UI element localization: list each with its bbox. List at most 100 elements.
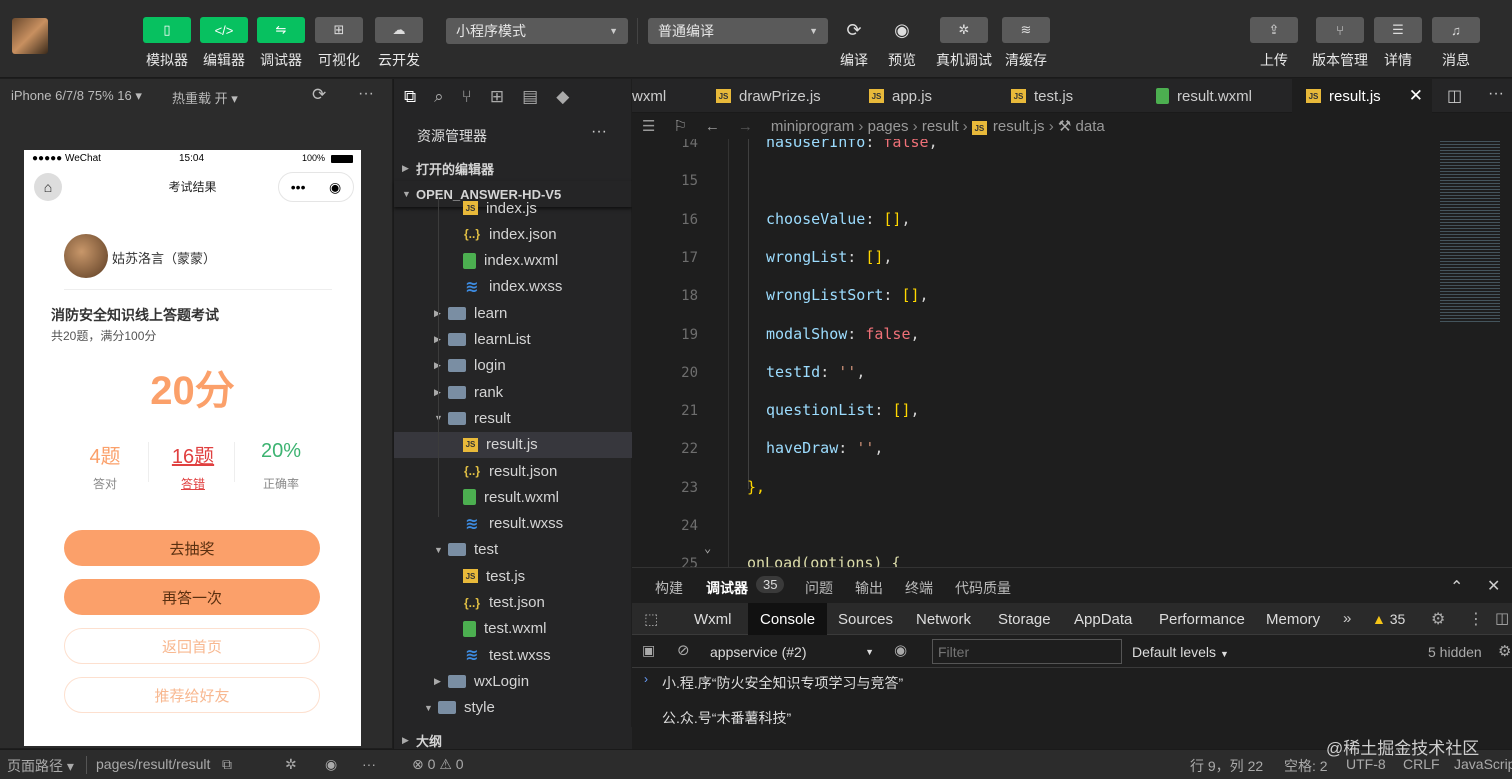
- more-icon[interactable]: ···: [591, 123, 607, 141]
- breadcrumb-item[interactable]: miniprogram: [771, 118, 854, 135]
- devtools-tab[interactable]: Console: [748, 603, 828, 635]
- close-icon[interactable]: ✕: [1487, 576, 1500, 596]
- fold-chevron-icon[interactable]: ⌄: [704, 541, 711, 555]
- code-line[interactable]: wrongList: [],: [766, 248, 892, 266]
- file-item[interactable]: {..} result.json: [394, 458, 632, 484]
- panel-tab[interactable]: 调试器: [706, 578, 748, 598]
- layout-button[interactable]: ⊞ 可视化: [314, 17, 364, 70]
- menu-button[interactable]: ☰ 详情: [1373, 17, 1423, 70]
- code-line[interactable]: onLoad(options) {: [747, 554, 901, 567]
- branch-button[interactable]: ⑂ 版本管理: [1310, 17, 1370, 70]
- files-icon[interactable]: ⧉: [404, 87, 416, 107]
- context-select[interactable]: appservice (#2) ▼: [710, 640, 874, 664]
- file-item[interactable]: ≋ index.wxss: [394, 274, 632, 300]
- indent-setting[interactable]: 空格: 2: [1284, 756, 1328, 776]
- clear-console-icon[interactable]: ⊘: [677, 641, 690, 659]
- bug-icon[interactable]: ✲: [285, 756, 297, 773]
- warning-count[interactable]: ▲ 35: [1372, 611, 1405, 627]
- panel-tab[interactable]: 构建: [655, 578, 683, 598]
- editor-tab[interactable]: wxml: [632, 79, 702, 113]
- code-line[interactable]: chooseValue: [],: [766, 210, 911, 228]
- file-item[interactable]: result.wxml: [394, 484, 632, 510]
- close-circle-icon[interactable]: ◉: [329, 179, 341, 196]
- levels-select[interactable]: Default levels ▼: [1132, 644, 1229, 660]
- extensions-icon[interactable]: ⊞: [490, 87, 504, 107]
- devtools-tab[interactable]: Storage: [986, 603, 1063, 635]
- mode-select[interactable]: 小程序模式 ▼: [446, 18, 628, 44]
- code-line[interactable]: questionList: [],: [766, 401, 920, 419]
- breadcrumb-item[interactable]: data: [1076, 118, 1105, 135]
- devtools-tab[interactable]: AppData: [1062, 603, 1144, 635]
- panel-tab[interactable]: 终端: [905, 578, 933, 598]
- bell-button[interactable]: ♫ 消息: [1431, 17, 1481, 70]
- rotate-icon[interactable]: ⟳: [312, 85, 326, 105]
- collapse-icon[interactable]: ⌃: [1450, 577, 1463, 597]
- file-item[interactable]: ≋ test.wxss: [394, 642, 632, 668]
- file-item[interactable]: {..} test.json: [394, 590, 632, 616]
- file-item[interactable]: index.wxml: [394, 248, 632, 274]
- code-editor[interactable]: ⌄ 14 hasUserInfo: false, 15 16 chooseValue: …: [632, 139, 1512, 567]
- file-item[interactable]: JS index.js: [394, 197, 632, 221]
- split-editor-icon[interactable]: ◫: [1447, 86, 1462, 106]
- phone-button[interactable]: ▯ 模拟器: [142, 17, 192, 70]
- hot-reload-toggle[interactable]: 热重载 开 ▾: [172, 88, 238, 107]
- folder-item[interactable]: ▶ rank: [394, 379, 632, 405]
- code-line[interactable]: haveDraw: '',: [766, 439, 883, 457]
- close-icon[interactable]: ✕: [1409, 86, 1423, 106]
- code-line[interactable]: modalShow: false,: [766, 325, 920, 343]
- panel-tab[interactable]: 问题: [805, 578, 833, 598]
- docker-icon[interactable]: ◆: [556, 87, 569, 107]
- editor-tab[interactable]: result.wxml: [1142, 79, 1292, 113]
- file-item[interactable]: JS test.js: [394, 563, 632, 589]
- upload-button[interactable]: ⇪ 上传: [1249, 17, 1299, 70]
- refresh-button[interactable]: ⟳ 编译: [829, 17, 879, 70]
- more-icon[interactable]: ···: [362, 756, 376, 772]
- breadcrumb-item[interactable]: result.js: [993, 118, 1045, 135]
- eye-icon[interactable]: ◉: [894, 641, 907, 659]
- gear-icon[interactable]: ⚙: [1431, 609, 1445, 629]
- back-arrow-icon[interactable]: ←: [705, 118, 720, 135]
- devtools-tab[interactable]: Sources: [826, 603, 905, 635]
- more-tabs-icon[interactable]: »: [1343, 610, 1351, 627]
- problems-indicator[interactable]: ⊗ 0 ⚠ 0: [412, 756, 464, 773]
- more-icon[interactable]: ···: [1488, 85, 1504, 103]
- source-control-icon[interactable]: ⑂: [462, 87, 472, 107]
- page-path-select[interactable]: 页面路径 ▾: [7, 756, 74, 776]
- devtools-tab[interactable]: Wxml: [682, 603, 744, 635]
- folder-item[interactable]: ▶ wxLogin: [394, 668, 632, 694]
- editor-tab[interactable]: JS test.js: [997, 79, 1142, 113]
- storage-icon[interactable]: ▤: [522, 87, 538, 107]
- code-line[interactable]: testId: '',: [766, 363, 865, 381]
- capsule-menu[interactable]: ••• ◉: [278, 172, 354, 202]
- stat-value[interactable]: 16题: [148, 440, 238, 469]
- search-icon[interactable]: ⌕: [434, 87, 444, 107]
- code-line[interactable]: },: [747, 478, 765, 496]
- code-button[interactable]: </> 编辑器: [199, 17, 249, 70]
- folder-item[interactable]: ▼ result: [394, 405, 632, 431]
- list-icon[interactable]: ☰: [642, 117, 655, 135]
- file-item[interactable]: {..} index.json: [394, 221, 632, 247]
- editor-tab[interactable]: JS result.js ✕: [1292, 79, 1432, 113]
- folder-item[interactable]: ▶ learnList: [394, 327, 632, 353]
- copy-icon[interactable]: ⧉: [222, 756, 232, 773]
- devtools-tab[interactable]: Memory: [1254, 603, 1332, 635]
- code-line[interactable]: hasUserInfo: false,: [766, 139, 938, 151]
- minimap[interactable]: [1440, 139, 1500, 324]
- eye-button[interactable]: ◉ 预览: [877, 17, 927, 70]
- draw-prize-button[interactable]: 去抽奖: [64, 530, 320, 566]
- file-item[interactable]: test.wxml: [394, 616, 632, 642]
- bookmark-icon[interactable]: ⚐: [673, 117, 686, 135]
- code-line[interactable]: wrongListSort: [],: [766, 286, 929, 304]
- folder-item[interactable]: ▶ login: [394, 353, 632, 379]
- panel-tab[interactable]: 代码质量: [955, 578, 1011, 598]
- retry-button[interactable]: 再答一次: [64, 579, 320, 615]
- breadcrumb-item[interactable]: pages: [868, 118, 909, 135]
- cloud-button[interactable]: ☁ 云开发: [374, 17, 424, 70]
- home-button[interactable]: 返回首页: [64, 628, 320, 664]
- folder-item[interactable]: ▼ style: [394, 695, 632, 719]
- section-open-editors[interactable]: ▶ 打开的编辑器: [394, 155, 632, 181]
- more-icon[interactable]: •••: [291, 179, 306, 195]
- device-select[interactable]: iPhone 6/7/8 75% 16 ▾: [11, 88, 142, 104]
- dock-icon[interactable]: ◫: [1495, 609, 1509, 627]
- app-avatar[interactable]: [12, 18, 48, 54]
